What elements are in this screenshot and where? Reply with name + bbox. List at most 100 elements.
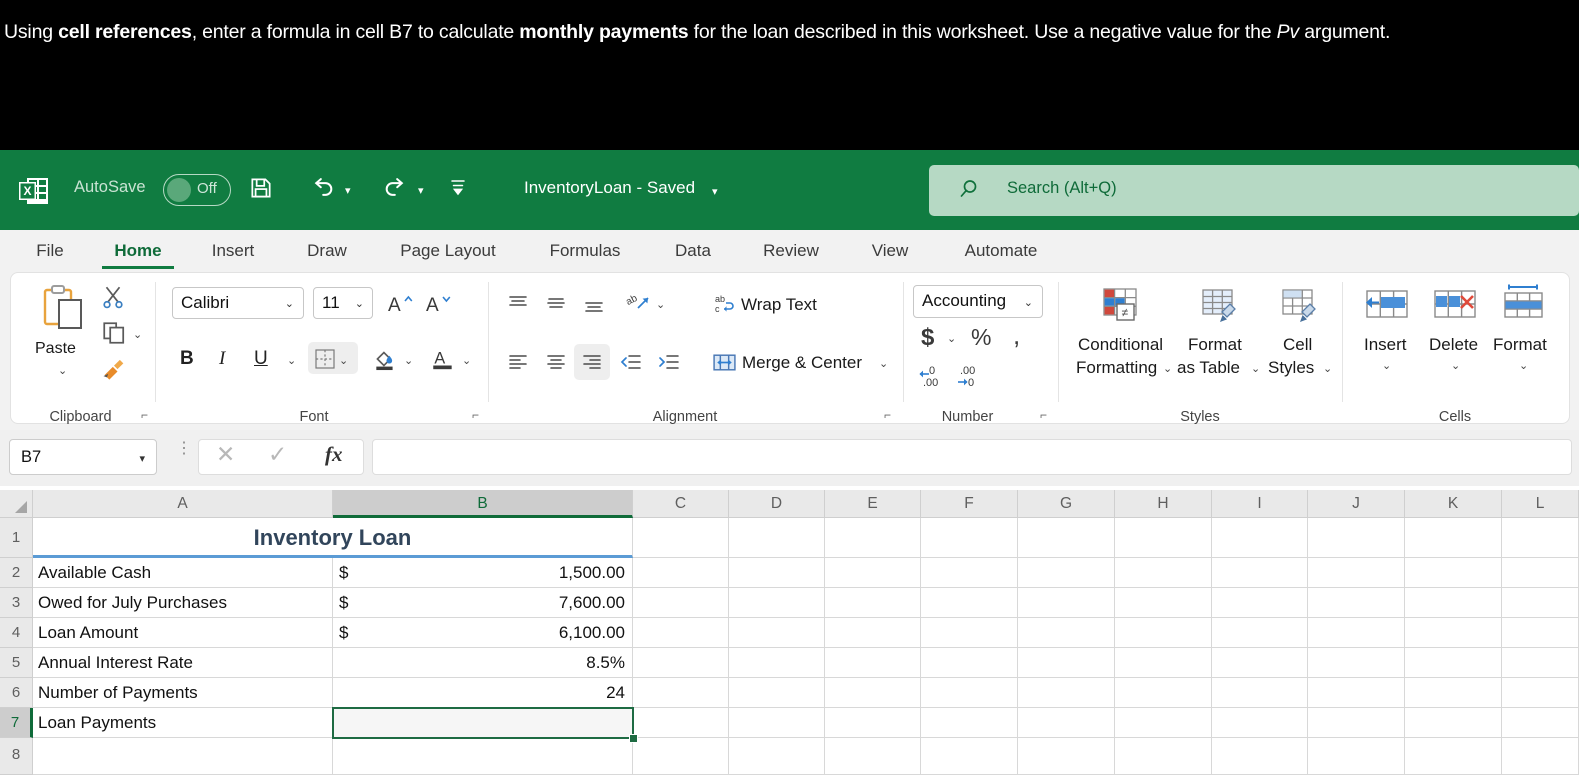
cell-C1[interactable] [633,518,729,558]
cell-L8[interactable] [1502,738,1579,775]
cell-D5[interactable] [729,648,825,678]
cell-D3[interactable] [729,588,825,618]
cell-E1[interactable] [825,518,921,558]
clipboard-dialog-launcher[interactable]: ⌐ [141,408,155,422]
cell-K3[interactable] [1405,588,1502,618]
save-icon[interactable] [248,175,274,209]
cell-E6[interactable] [825,678,921,708]
merge-center-chevron-down-icon[interactable]: ⌄ [879,357,888,370]
cell-A6[interactable]: Number of Payments [33,678,333,708]
decrease-indent-icon[interactable] [619,350,643,379]
tab-home[interactable]: Home [102,230,174,272]
tab-page-layout[interactable]: Page Layout [388,230,508,272]
cell-K5[interactable] [1405,648,1502,678]
cell-J7[interactable] [1308,708,1405,738]
cell-G6[interactable] [1018,678,1115,708]
cell-K7[interactable] [1405,708,1502,738]
cell-A7[interactable]: Loan Payments [33,708,333,738]
cell-C5[interactable] [633,648,729,678]
format-as-table-label-line1[interactable]: Format [1188,335,1242,355]
increase-decimal-icon[interactable]: .00 0 [956,362,986,393]
font-size-combobox[interactable]: 11 ⌄ [313,287,373,319]
cell-C2[interactable] [633,558,729,588]
delete-cells-icon[interactable] [1431,287,1479,330]
cell-I1[interactable] [1212,518,1308,558]
cell-J4[interactable] [1308,618,1405,648]
cell-J2[interactable] [1308,558,1405,588]
cell-J8[interactable] [1308,738,1405,775]
cell-D6[interactable] [729,678,825,708]
underline-chevron-down-icon[interactable]: ⌄ [287,354,296,367]
column-header-e[interactable]: E [825,490,921,518]
cell-I7[interactable] [1212,708,1308,738]
cell-A4[interactable]: Loan Amount [33,618,333,648]
cell-I8[interactable] [1212,738,1308,775]
cell-K4[interactable] [1405,618,1502,648]
cell-H1[interactable] [1115,518,1212,558]
conditional-formatting-chevron-down-icon[interactable]: ⌄ [1163,362,1172,375]
format-cells-label[interactable]: Format [1493,335,1547,355]
delete-cells-label[interactable]: Delete [1429,335,1478,355]
row-header-2[interactable]: 2 [0,558,33,588]
cell-K8[interactable] [1405,738,1502,775]
cell-A1-merged-title[interactable]: Inventory Loan [33,518,633,558]
cell-J5[interactable] [1308,648,1405,678]
wrap-text-icon[interactable]: ab c [713,292,737,321]
format-as-table-label-line2[interactable]: as Table [1177,358,1240,378]
borders-chevron-down-icon[interactable]: ⌄ [339,354,348,367]
format-painter-brush-icon[interactable] [100,354,128,387]
row-header-5[interactable]: 5 [0,648,33,678]
column-header-c[interactable]: C [633,490,729,518]
cell-L2[interactable] [1502,558,1579,588]
increase-font-size-icon[interactable]: A [386,290,414,323]
cell-F6[interactable] [921,678,1018,708]
insert-cells-label[interactable]: Insert [1364,335,1407,355]
cell-B3[interactable]: $ 7,600.00 [333,588,633,618]
align-middle-icon[interactable] [544,292,568,321]
delete-chevron-down-icon[interactable]: ⌄ [1451,359,1460,372]
column-header-b[interactable]: B [333,490,633,518]
row-header-1[interactable]: 1 [0,518,33,558]
cell-B8[interactable] [333,738,633,775]
font-name-chevron-down-icon[interactable]: ⌄ [285,297,294,310]
number-format-combobox[interactable]: Accounting ⌄ [913,285,1043,318]
paste-chevron-down-icon[interactable]: ⌄ [58,364,67,377]
search-box[interactable]: Search (Alt+Q) [929,165,1579,216]
italic-button[interactable]: I [219,348,225,370]
increase-indent-icon[interactable] [657,350,681,379]
cell-F3[interactable] [921,588,1018,618]
cell-C3[interactable] [633,588,729,618]
cell-G2[interactable] [1018,558,1115,588]
cut-scissors-icon[interactable] [100,284,126,315]
cell-styles-label-line2[interactable]: Styles [1268,358,1314,378]
cell-J6[interactable] [1308,678,1405,708]
cell-C6[interactable] [633,678,729,708]
cell-E8[interactable] [825,738,921,775]
column-header-h[interactable]: H [1115,490,1212,518]
cell-H8[interactable] [1115,738,1212,775]
cell-J1[interactable] [1308,518,1405,558]
comma-style-icon[interactable]: , [1013,320,1020,351]
cell-L7[interactable] [1502,708,1579,738]
text-orientation-icon[interactable]: ab [624,290,652,321]
cell-H3[interactable] [1115,588,1212,618]
cell-F5[interactable] [921,648,1018,678]
insert-function-fx-icon[interactable]: fx [325,442,343,467]
tab-data[interactable]: Data [667,230,719,272]
tab-automate[interactable]: Automate [953,230,1049,272]
fill-handle[interactable] [629,734,638,743]
formula-input[interactable] [372,439,1572,475]
cell-B6[interactable]: 24 [333,678,633,708]
align-top-icon[interactable] [506,292,530,321]
conditional-formatting-label-line2[interactable]: Formatting [1076,358,1157,378]
cell-F4[interactable] [921,618,1018,648]
copy-chevron-down-icon[interactable]: ⌄ [133,328,142,341]
cell-I4[interactable] [1212,618,1308,648]
document-title-chevron-down-icon[interactable]: ▾ [712,185,718,198]
underline-button[interactable]: U [254,348,268,370]
cell-F2[interactable] [921,558,1018,588]
cell-A8[interactable] [33,738,333,775]
cell-G1[interactable] [1018,518,1115,558]
cell-L4[interactable] [1502,618,1579,648]
number-dialog-launcher[interactable]: ⌐ [1040,408,1054,422]
